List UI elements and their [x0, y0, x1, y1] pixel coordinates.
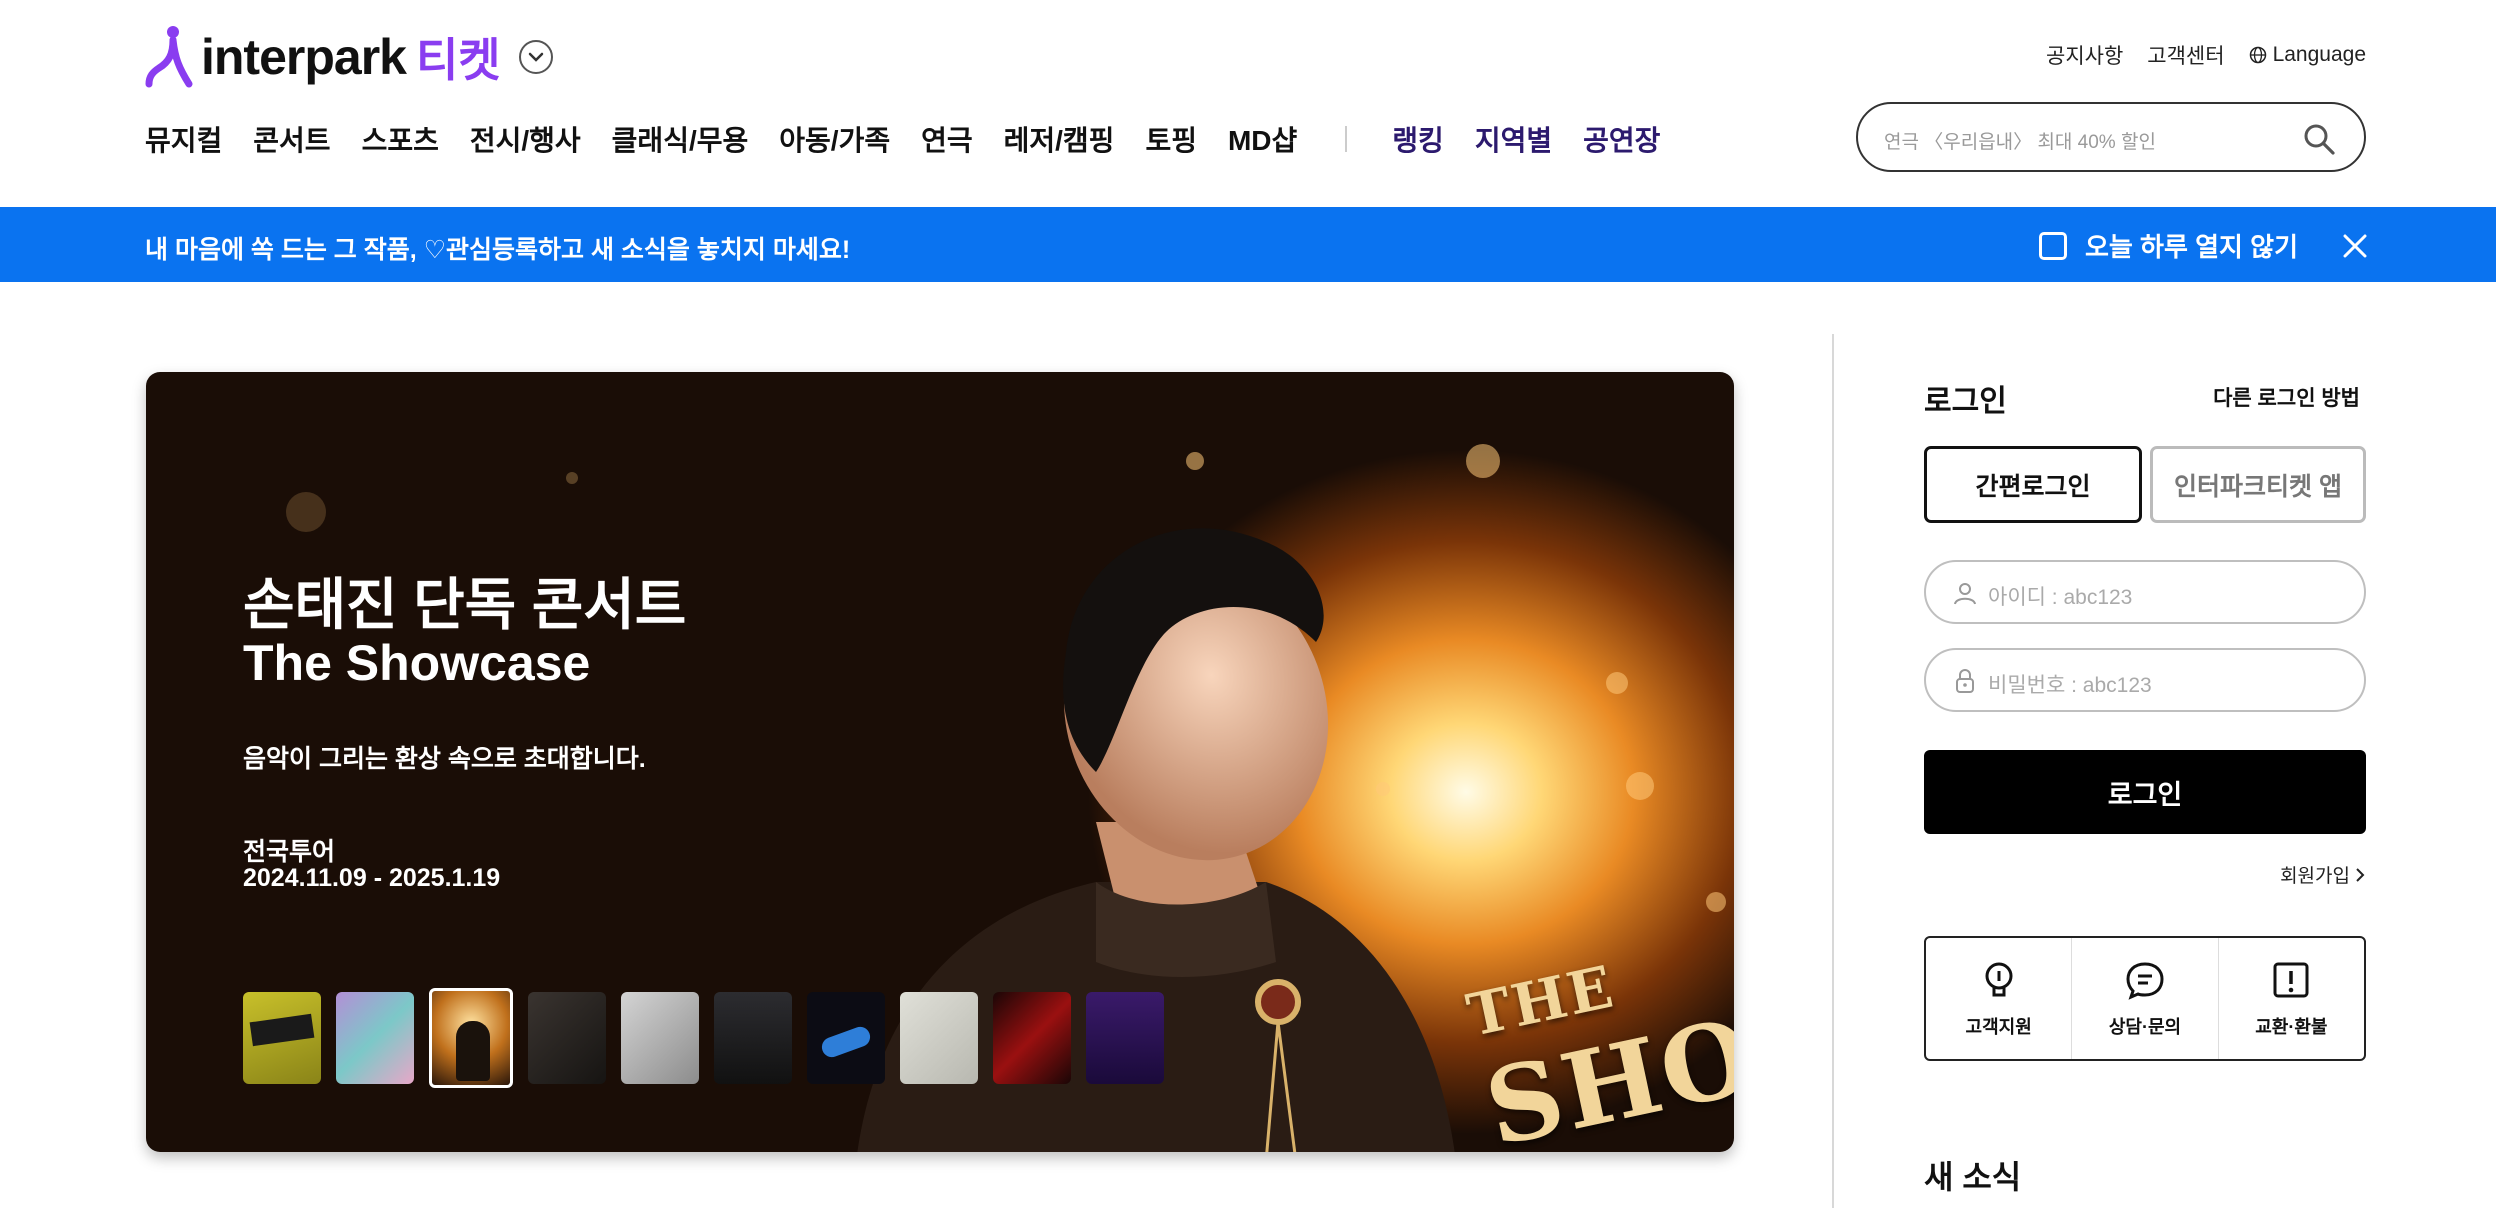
thumbnail-dark-man[interactable] — [528, 992, 606, 1084]
user-icon — [1954, 583, 1976, 605]
utility-links: 공지사항 고객센터 Language — [2046, 40, 2366, 70]
dismiss-today-label[interactable]: 오늘 하루 열지 않기 — [2085, 227, 2298, 264]
hero-title-en: The Showcase — [243, 635, 591, 691]
nav-item-kids[interactable]: 아동/가족 — [779, 119, 890, 159]
logo-mark-icon — [145, 26, 193, 88]
thumbnail-blue-car[interactable] — [807, 992, 885, 1084]
logo[interactable]: interpark 티켓 — [145, 22, 553, 92]
support-customer-label: 고객지원 — [1965, 1016, 2032, 1037]
lightbulb-icon — [1985, 962, 2013, 996]
support-refund-label: 교환·환불 — [2255, 1016, 2328, 1037]
alert-icon — [2273, 962, 2309, 997]
hero-title-ko: 손태진 단독 콘서트 — [243, 573, 687, 636]
support-customer[interactable]: 고객지원 — [1926, 938, 2073, 1059]
thumbnail-red-poster[interactable] — [993, 992, 1071, 1084]
globe-icon — [2249, 46, 2266, 64]
lock-icon — [1956, 669, 1974, 693]
nav-item-play[interactable]: 연극 — [921, 119, 973, 159]
carousel-thumbnails — [243, 988, 1164, 1092]
logo-wordmark: interpark — [201, 29, 407, 85]
id-field[interactable]: 아이디 : abc123 — [1924, 560, 2366, 624]
close-icon[interactable] — [2340, 231, 2370, 261]
support-shortcuts: 고객지원 상담·문의 교환·환불 — [1924, 936, 2366, 1061]
notice-link[interactable]: 공지사항 — [2046, 40, 2123, 70]
logo-ticket: 티켓 — [415, 34, 501, 86]
nav-item-topping[interactable]: 토핑 — [1145, 119, 1197, 159]
join-label: 회원가입 — [2280, 866, 2350, 887]
header: interpark 티켓 공지사항 고객센터 Language 뮤지컬 콘서트 … — [0, 0, 2496, 207]
nav-item-sports[interactable]: 스포츠 — [362, 119, 439, 159]
customer-center-link[interactable]: 고객센터 — [2147, 40, 2224, 70]
nav-item-classic[interactable]: 클래식/무용 — [612, 119, 749, 159]
thumbnail-showcase[interactable] — [429, 988, 513, 1088]
thumbnail-clover[interactable] — [336, 992, 414, 1084]
notice-message[interactable]: 내 마음에 쏙 드는 그 작품, ♡관심등록하고 새 소식을 놓치지 마세요! — [145, 230, 850, 266]
search-box[interactable]: 연극 〈우리읍내〉 최대 40% 할인 — [1856, 102, 2366, 172]
language-label: Language — [2272, 43, 2366, 66]
join-link[interactable]: 회원가입 — [2280, 861, 2366, 888]
hero-brand-logo: THE SHOWC — [1461, 885, 1734, 1152]
thumbnail-letters[interactable] — [900, 992, 978, 1084]
chat-bubble-icon — [2126, 961, 2164, 1000]
chevron-down-icon — [528, 52, 543, 62]
nav-item-ranking[interactable]: 랭킹 — [1392, 119, 1444, 159]
nav-item-mdshop[interactable]: MD샵 — [1228, 119, 1297, 159]
nav-item-exhibition[interactable]: 전시/행사 — [470, 119, 581, 159]
tab-app-login[interactable]: 인터파크티켓 앱 — [2150, 446, 2366, 523]
nav-item-region[interactable]: 지역별 — [1475, 119, 1552, 159]
nav-item-leisure[interactable]: 레저/캠핑 — [1004, 119, 1115, 159]
hero-carousel[interactable]: 손태진 단독 콘서트 The Showcase 음악이 그리는 환상 속으로 초… — [146, 372, 1734, 1152]
hero-subtitle: 음악이 그리는 환상 속으로 초대합니다. — [243, 745, 646, 773]
nav-item-concert[interactable]: 콘서트 — [253, 119, 330, 159]
hero-date-range: 2024.11.09 - 2025.1.19 — [243, 864, 501, 892]
notice-controls: 오늘 하루 열지 않기 — [2038, 227, 2370, 264]
nav-divider — [1345, 126, 1348, 152]
support-refund[interactable]: 교환·환불 — [2219, 938, 2364, 1059]
news-title: 새 소식 — [1924, 1159, 2022, 1195]
id-placeholder: 아이디 : abc123 — [1988, 586, 2133, 609]
login-button[interactable]: 로그인 — [1924, 750, 2366, 834]
login-button-label: 로그인 — [2107, 779, 2183, 810]
other-login-methods-link[interactable]: 다른 로그인 방법 — [2213, 382, 2360, 412]
search-input[interactable]: 연극 〈우리읍내〉 최대 40% 할인 — [1884, 127, 2156, 154]
main-nav: 뮤지컬 콘서트 스포츠 전시/행사 클래식/무용 아동/가족 연극 레저/캠핑 … — [145, 118, 1691, 160]
thumbnail-swing-days[interactable] — [714, 992, 792, 1084]
language-button[interactable]: Language — [2249, 43, 2366, 67]
password-placeholder: 비밀번호 : abc123 — [1988, 674, 2152, 697]
column-divider — [1832, 334, 1834, 1208]
service-dropdown-button[interactable] — [518, 40, 553, 74]
tab-easy-login-label: 간편로그인 — [1975, 472, 2091, 501]
thumbnail-boom[interactable] — [243, 992, 321, 1084]
tab-app-login-label: 인터파크티켓 앱 — [2174, 472, 2342, 501]
search-icon[interactable] — [2302, 122, 2336, 156]
support-inquiry-label: 상담·문의 — [2108, 1016, 2182, 1037]
thumbnail-white-sculpture[interactable] — [621, 992, 699, 1084]
tab-easy-login[interactable]: 간편로그인 — [1924, 446, 2142, 523]
password-field[interactable]: 비밀번호 : abc123 — [1924, 648, 2366, 712]
chevron-right-icon — [2356, 867, 2365, 882]
nav-item-venue[interactable]: 공연장 — [1583, 119, 1660, 159]
thumbnail-aladdin[interactable] — [1086, 992, 1164, 1084]
login-title: 로그인 — [1924, 385, 2007, 418]
nav-item-musical[interactable]: 뮤지컬 — [145, 119, 222, 159]
support-inquiry[interactable]: 상담·문의 — [2072, 938, 2219, 1059]
notice-banner: 내 마음에 쏙 드는 그 작품, ♡관심등록하고 새 소식을 놓치지 마세요! … — [0, 207, 2496, 282]
hero-tour-label: 전국투어 — [243, 838, 336, 866]
dismiss-today-checkbox[interactable] — [2038, 231, 2067, 260]
